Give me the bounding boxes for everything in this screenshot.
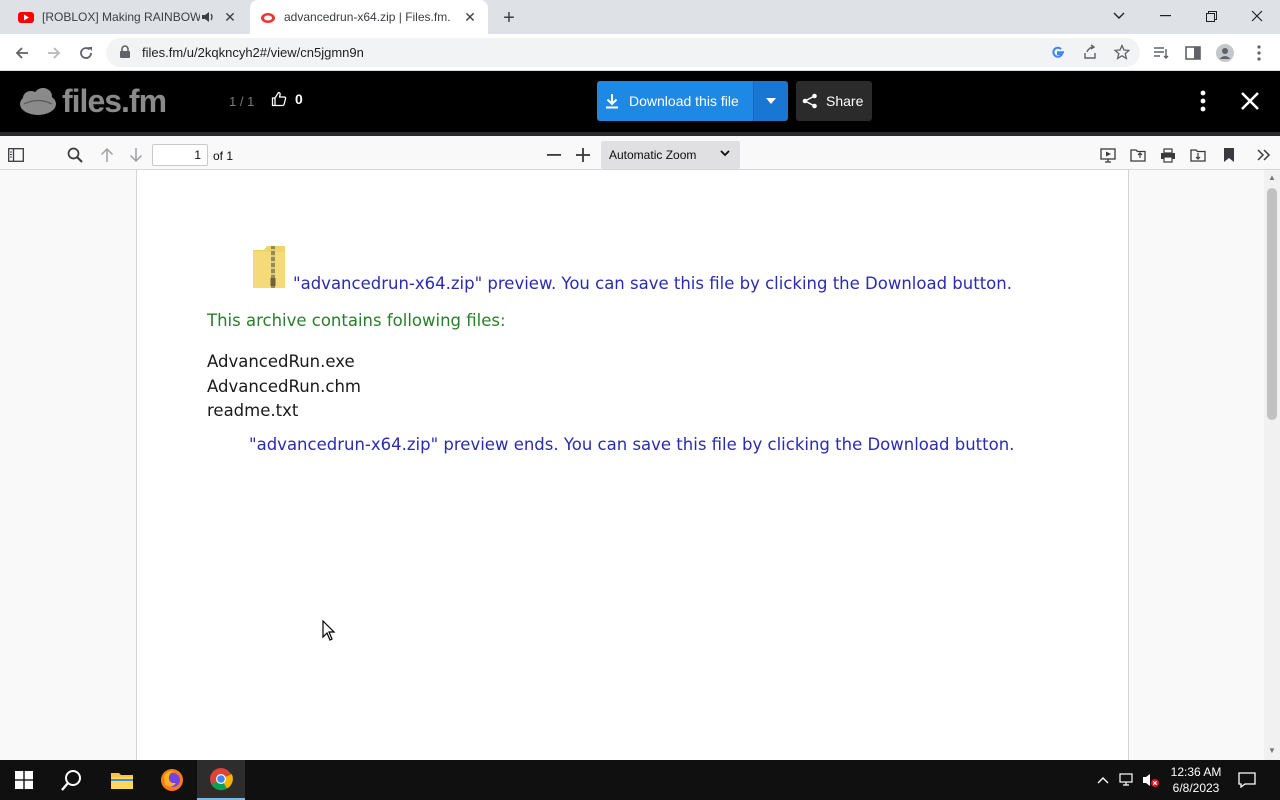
list-item: AdvancedRun.exe [207, 352, 355, 371]
archive-contents-heading: This archive contains following files: [207, 311, 506, 330]
tab-search-icon[interactable] [1096, 0, 1142, 32]
tab-title: [ROBLOX] Making RAINBOW [42, 10, 200, 24]
page-total: of 1 [213, 149, 234, 163]
share-button[interactable]: Share [796, 81, 872, 121]
windows-taskbar: 12:36 AM 6/8/2023 [0, 760, 1280, 800]
tab-filesfm[interactable]: advancedrun-x64.zip | Files.fm. ✕ [250, 0, 488, 34]
page-counter: 1 / 1 [229, 94, 255, 109]
new-tab-button[interactable]: + [498, 7, 520, 29]
preview-intro-text: "advancedrun-x64.zip" preview. You can s… [293, 274, 1012, 293]
notifications-icon[interactable] [1238, 771, 1256, 789]
presentation-mode-icon[interactable] [1097, 144, 1119, 166]
filesfm-logo[interactable]: files.fm [18, 83, 167, 120]
side-panel-icon[interactable] [1184, 44, 1202, 62]
pdf-page: "advancedrun-x64.zip" preview. You can s… [136, 170, 1129, 760]
more-options-icon[interactable] [1192, 89, 1214, 113]
forward-icon[interactable] [40, 39, 68, 67]
tab-youtube[interactable]: [ROBLOX] Making RAINBOW ✕ [8, 0, 248, 34]
zoom-value: Automatic Zoom [609, 148, 697, 162]
scrollbar-thumb[interactable] [1267, 188, 1277, 420]
close-tab-icon[interactable]: ✕ [462, 9, 478, 25]
list-item: AdvancedRun.chm [207, 376, 361, 396]
next-page-icon[interactable] [125, 144, 147, 166]
thumbs-up-icon [271, 91, 287, 107]
restore-icon[interactable] [1188, 0, 1234, 32]
save-icon[interactable] [1187, 144, 1209, 166]
browser-menu-icon[interactable] [1250, 44, 1268, 62]
filesfm-header: files.fm 1 / 1 0 Download this file Shar… [0, 71, 1280, 132]
tray-overflow-icon[interactable] [1094, 771, 1112, 789]
clock-date: 6/8/2023 [1172, 781, 1220, 795]
cloud-logo-icon [20, 87, 56, 115]
youtube-icon [18, 12, 34, 23]
find-icon[interactable] [64, 144, 86, 166]
logo-text: files.fm [62, 83, 167, 119]
back-icon[interactable] [8, 39, 36, 67]
mouse-cursor-icon [322, 620, 336, 641]
chrome-button[interactable] [197, 760, 245, 800]
scroll-up-icon[interactable]: ▲ [1267, 173, 1277, 183]
system-clock[interactable]: 12:36 AM 6/8/2023 [1166, 764, 1226, 796]
volume-muted-icon[interactable] [1142, 771, 1160, 789]
address-bar[interactable]: files.fm/u/2kqkncyh2#/view/cn5jgmn9n [106, 38, 1140, 67]
profile-avatar-icon[interactable] [1216, 44, 1234, 62]
close-tab-icon[interactable]: ✕ [222, 9, 238, 25]
preview-end-text: "advancedrun-x64.zip" preview ends. You … [249, 435, 1015, 454]
share-label: Share [826, 93, 864, 109]
firefox-icon [161, 769, 183, 791]
browser-tabstrip: [ROBLOX] Making RAINBOW ✕ advancedrun-x6… [0, 0, 1280, 34]
firefox-button[interactable] [148, 760, 196, 800]
search-icon [61, 770, 81, 791]
open-file-icon[interactable] [1127, 144, 1149, 166]
network-icon[interactable] [1118, 771, 1136, 789]
clock-time: 12:36 AM [1170, 765, 1222, 779]
zip-archive-icon [253, 246, 285, 288]
zoom-in-icon[interactable] [572, 144, 594, 166]
zoom-select[interactable]: Automatic Zoom [601, 141, 740, 169]
speaker-icon[interactable] [200, 9, 216, 25]
like-button[interactable]: 0 [271, 91, 303, 107]
zoom-out-icon[interactable] [543, 144, 565, 166]
folder-icon [111, 773, 133, 789]
close-window-icon[interactable] [1234, 0, 1280, 32]
bookmark-icon[interactable] [1218, 144, 1240, 166]
list-item: readme.txt [207, 401, 299, 420]
url-text[interactable]: files.fm/u/2kqkncyh2#/view/cn5jgmn9n [142, 45, 364, 60]
chevron-down-icon [720, 150, 730, 157]
scroll-down-icon[interactable]: ▼ [1267, 746, 1277, 756]
minimize-icon[interactable] [1142, 0, 1188, 32]
filesfm-icon [261, 13, 275, 23]
start-button[interactable] [0, 760, 48, 800]
caret-down-icon [766, 98, 776, 104]
file-explorer-button[interactable] [98, 760, 146, 800]
page-number-input[interactable]: 1 [152, 144, 208, 166]
close-viewer-icon[interactable] [1236, 86, 1264, 116]
tools-chevron-icon[interactable] [1253, 144, 1275, 166]
download-button[interactable]: Download this file [597, 81, 753, 121]
previous-page-icon[interactable] [96, 144, 118, 166]
like-count: 0 [295, 91, 303, 107]
download-options-button[interactable] [753, 81, 788, 121]
windows-logo-icon [15, 771, 33, 789]
chrome-icon [210, 768, 233, 791]
browser-toolbar: files.fm/u/2kqkncyh2#/view/cn5jgmn9n [0, 34, 1280, 71]
pdf-toolbar: 1 of 1 Automatic Zoom [0, 132, 1280, 170]
reload-icon[interactable] [72, 39, 100, 67]
reading-list-icon[interactable] [1152, 44, 1170, 62]
vertical-scrollbar[interactable]: ▲ ▼ [1264, 170, 1280, 760]
sidebar-toggle-icon[interactable] [5, 144, 27, 166]
document-viewport[interactable]: "advancedrun-x64.zip" preview. You can s… [0, 170, 1280, 760]
lock-icon[interactable] [118, 45, 132, 59]
print-icon[interactable] [1157, 144, 1179, 166]
taskbar-search-button[interactable] [48, 760, 96, 800]
google-icon[interactable] [1050, 44, 1066, 60]
bookmark-star-icon[interactable] [1114, 44, 1130, 60]
share-page-icon[interactable] [1082, 44, 1098, 60]
download-label: Download this file [629, 93, 739, 109]
file-list: AdvancedRun.exe AdvancedRun.chm readme.t… [207, 350, 361, 424]
tab-title: advancedrun-x64.zip | Files.fm. [284, 10, 451, 24]
download-icon [606, 94, 618, 109]
share-icon [802, 93, 817, 109]
